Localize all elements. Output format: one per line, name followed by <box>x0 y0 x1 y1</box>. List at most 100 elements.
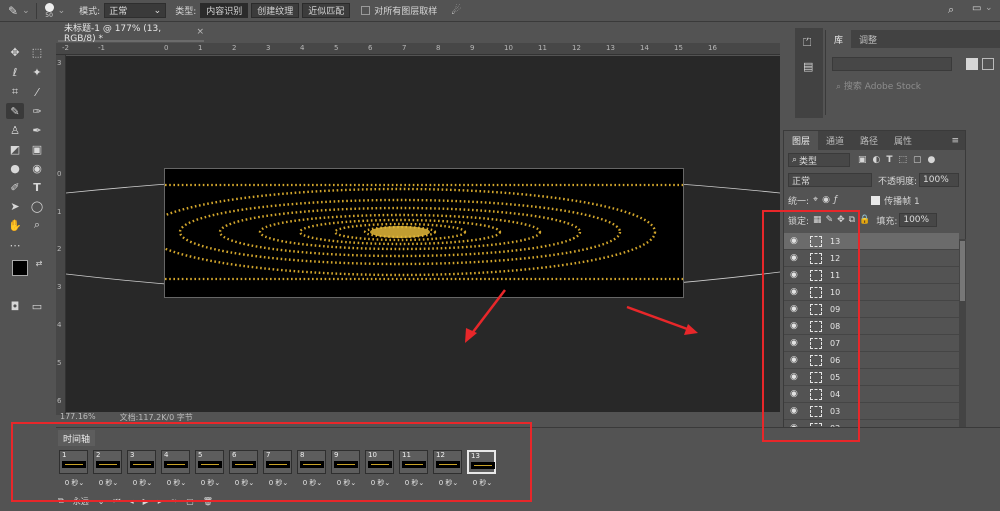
blur-tool-icon[interactable]: ● <box>6 160 24 176</box>
lasso-tool-icon[interactable]: ℓ <box>6 64 24 80</box>
close-icon[interactable]: × <box>196 27 204 37</box>
layers-scrollbar[interactable] <box>959 239 966 427</box>
ruler-tick: 1 <box>198 44 203 52</box>
chevron-down-icon[interactable]: ⌄ <box>985 3 993 13</box>
type-create-texture[interactable]: 创建纹理 <box>251 3 300 18</box>
unify-style-icon[interactable]: ƒ <box>834 195 837 205</box>
fill-value: 100% <box>903 215 930 225</box>
crop-tool-icon[interactable]: ⌗ <box>6 84 24 100</box>
brush-tool-icon[interactable]: ✑ <box>28 103 46 119</box>
sample-all-label: 对所有图层取样 <box>374 7 438 17</box>
shape-filter-icon[interactable]: ⬚ <box>899 155 908 165</box>
ruler-tick: 9 <box>470 44 475 52</box>
history-panel-icon[interactable]: ⏍ <box>803 36 823 50</box>
unify-position-icon[interactable]: ⌖ <box>813 195 818 205</box>
ruler-tick: 3 <box>266 44 271 52</box>
panel-menu-icon[interactable]: ≡ <box>951 131 959 150</box>
pressure-icon[interactable]: ☄ <box>451 4 461 17</box>
ruler-tick: 13 <box>606 44 615 52</box>
chevron-down-icon[interactable]: ⌄ <box>58 6 66 16</box>
ruler-tick: 5 <box>57 359 62 367</box>
document-info[interactable]: 文档:117.2K/0 字节 <box>120 412 193 422</box>
unify-visibility-icon[interactable]: ◉ <box>822 195 830 205</box>
tab-adjustments[interactable]: 调整 <box>851 30 885 48</box>
pen-tool-icon[interactable]: ✐ <box>6 179 24 195</box>
stock-search-input[interactable]: ⌕ 搜索 Adobe Stock <box>832 79 994 93</box>
path-select-icon[interactable]: ➤ <box>6 198 24 214</box>
blend-mode-value: 正常 <box>792 176 811 187</box>
brush-size-picker[interactable]: 50 <box>44 2 54 19</box>
layer-filter-row: ⌕ 类型 ▣ ◐ T ⬚ ▢ ● <box>784 150 965 170</box>
adjustment-filter-icon[interactable]: ◐ <box>873 155 881 165</box>
magic-wand-icon[interactable]: ✦ <box>28 64 46 80</box>
quick-mask-icon[interactable]: ◘ <box>6 298 24 314</box>
eraser-tool-icon[interactable]: ◩ <box>6 141 24 157</box>
more-tools-icon[interactable]: ⋯ <box>6 237 24 253</box>
ellipse-tool-icon[interactable]: ◯ <box>28 198 46 214</box>
hand-tool-icon[interactable]: ✋ <box>6 217 24 233</box>
healing-brush-icon[interactable]: ✎ <box>8 4 18 18</box>
history-brush-icon[interactable]: ✒ <box>28 122 46 138</box>
propagate-checkbox[interactable] <box>871 195 881 205</box>
galaxy-core <box>370 226 430 238</box>
healing-brush-tool-icon[interactable]: ✎ <box>6 103 24 119</box>
tab-properties[interactable]: 属性 <box>886 131 920 150</box>
unify-label: 统一: <box>788 196 810 207</box>
swap-colors-icon[interactable]: ⇄ <box>30 255 48 271</box>
sample-all-checkbox[interactable] <box>361 6 371 15</box>
tab-library[interactable]: 库 <box>826 30 852 48</box>
tab-layers[interactable]: 图层 <box>784 131 819 150</box>
filter-toggle-icon[interactable]: ● <box>928 155 936 165</box>
ruler-tick: 7 <box>402 44 407 52</box>
tab-channels[interactable]: 通道 <box>818 131 852 150</box>
scrollbar-thumb[interactable] <box>960 241 965 301</box>
image-filter-icon[interactable]: ▣ <box>858 155 867 165</box>
document-tab[interactable]: 未标题-1 @ 177% (13, RGB/8) * × <box>58 23 204 44</box>
marquee-tool-icon[interactable]: ⬚ <box>28 44 46 60</box>
mode-select[interactable]: 正常 ⌄ <box>104 3 167 18</box>
type-proximity-match[interactable]: 近似匹配 <box>302 3 351 18</box>
lock-all-icon[interactable]: 🔒 <box>859 215 870 225</box>
mode-label: 模式: <box>79 7 101 17</box>
move-tool-icon[interactable]: ✥ <box>6 44 24 60</box>
filter-kind-select[interactable]: ⌕ 类型 <box>788 153 850 167</box>
zoom-tool-icon[interactable]: ⌕ <box>28 217 46 233</box>
search-icon[interactable]: ⌕ <box>948 3 954 17</box>
workspace-icon[interactable]: ▭ <box>972 3 981 14</box>
dodge-tool-icon[interactable]: ◉ <box>28 160 46 176</box>
ruler-tick: 15 <box>674 44 683 52</box>
type-content-aware[interactable]: 内容识别 <box>200 3 249 18</box>
opacity-input[interactable]: 100% <box>919 173 960 187</box>
opacity-label: 不透明度: <box>878 176 918 187</box>
ruler-tick: -2 <box>62 44 69 52</box>
eyedropper-icon[interactable]: ⁄ <box>28 84 46 100</box>
smart-object-filter-icon[interactable]: ▢ <box>913 155 922 165</box>
ruler-tick: 4 <box>57 321 62 329</box>
foreground-color-swatch[interactable] <box>12 260 28 276</box>
tab-paths[interactable]: 路径 <box>852 131 886 150</box>
stamp-tool-icon[interactable]: ♙ <box>6 122 24 138</box>
status-bar: 177.16% 文档:117.2K/0 字节 <box>56 412 356 422</box>
fill-input[interactable]: 100% <box>899 213 938 227</box>
list-view-icon[interactable] <box>982 58 994 70</box>
ruler-tick: 8 <box>436 44 441 52</box>
library-select[interactable] <box>832 57 952 71</box>
divider <box>35 2 37 19</box>
type-filter-icon[interactable]: T <box>886 155 892 165</box>
grid-view-icon[interactable] <box>966 58 978 70</box>
artboard[interactable] <box>164 168 684 298</box>
gradient-tool-icon[interactable]: ▣ <box>28 141 46 157</box>
library-panel: 库 调整 ⌕ 搜索 Adobe Stock <box>825 30 1000 115</box>
type-segmented: 内容识别 创建纹理 近似匹配 <box>200 3 353 18</box>
type-tool-icon[interactable]: T <box>28 179 46 195</box>
search-icon: ⌕ <box>792 155 798 165</box>
tools-panel: ✥ ⬚ ℓ ✦ ⌗ ⁄ ✎ ✑ ♙ ✒ ◩ ▣ ● ◉ ✐ T ➤ ◯ ✋ ⌕ … <box>0 40 54 320</box>
zoom-level[interactable]: 177.16% <box>60 412 96 422</box>
ruler-tick: 6 <box>57 397 62 405</box>
search-icon: ⌕ <box>836 82 842 92</box>
blend-mode-select[interactable]: 正常 <box>788 173 872 187</box>
document-title: 未标题-1 @ 177% (13, RGB/8) * <box>64 23 162 44</box>
screen-mode-icon[interactable]: ▭ <box>28 298 46 314</box>
chevron-down-icon[interactable]: ⌄ <box>22 6 30 16</box>
adjustments-panel-icon[interactable]: ▤ <box>803 60 823 73</box>
